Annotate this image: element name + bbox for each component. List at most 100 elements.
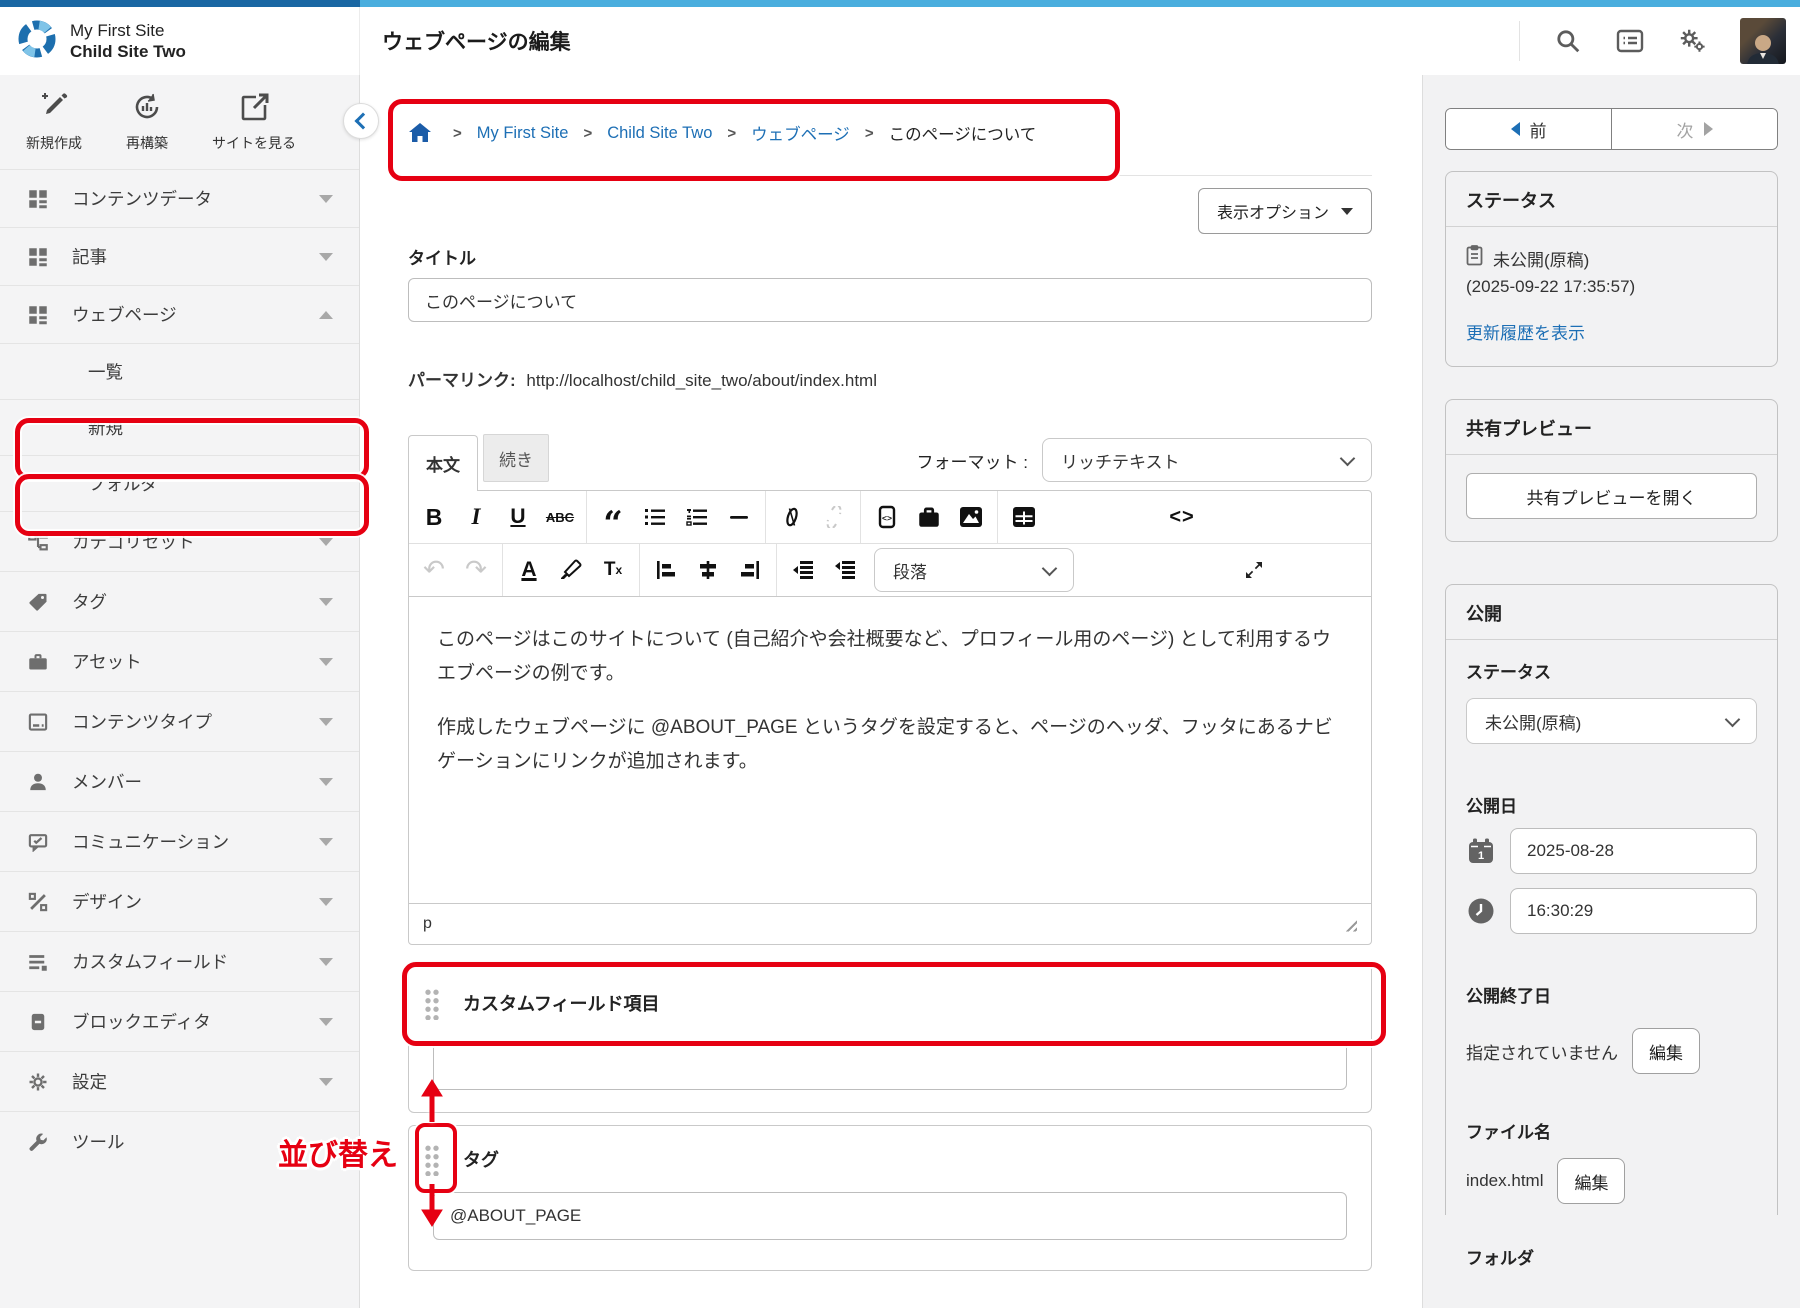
- grid-icon: [26, 189, 50, 209]
- tab-body[interactable]: 本文: [408, 435, 478, 491]
- settings-gears-icon[interactable]: [1678, 27, 1706, 55]
- blockquote-button[interactable]: “: [592, 489, 634, 545]
- app-window: My First Site Child Site Two ウェブページの編集: [0, 0, 1800, 1308]
- logo-block[interactable]: My First Site Child Site Two: [0, 7, 360, 75]
- editor-body[interactable]: このページはこのサイトについて (自己紹介や会社概要など、プロフィール用のページ…: [409, 597, 1371, 903]
- publish-time-input[interactable]: 16:30:29: [1510, 888, 1757, 934]
- home-icon[interactable]: [408, 122, 432, 144]
- bullet-list-button[interactable]: [634, 496, 676, 538]
- sidebar-item-webpages-folder[interactable]: フォルダ: [0, 455, 359, 511]
- unlink-icon[interactable]: [813, 496, 855, 538]
- title-label: タイトル: [408, 244, 1372, 268]
- permalink-url: http://localhost/child_site_two/about/in…: [526, 371, 877, 390]
- publish-date-input[interactable]: 2025-08-28: [1510, 828, 1757, 874]
- sidebar-item-custom-fields[interactable]: カスタムフィールド: [0, 931, 359, 991]
- horizontal-rule-button[interactable]: [718, 496, 760, 538]
- publish-status-select[interactable]: 未公開(原稿): [1466, 698, 1757, 744]
- sidebar-item-tags[interactable]: タグ: [0, 571, 359, 631]
- italic-button[interactable]: I: [455, 496, 497, 538]
- bold-button[interactable]: B: [413, 496, 455, 538]
- triangle-right-icon: [1704, 122, 1713, 136]
- chevron-down-icon: [319, 1018, 333, 1026]
- sidebar-item-articles[interactable]: 記事: [0, 227, 359, 285]
- custom-field-input[interactable]: [433, 1042, 1347, 1090]
- strikethrough-button[interactable]: ABC: [539, 496, 581, 538]
- open-shared-preview-button[interactable]: 共有プレビューを開く: [1466, 473, 1757, 519]
- tags-input[interactable]: [433, 1192, 1347, 1240]
- align-left-button[interactable]: [645, 549, 687, 591]
- underline-button[interactable]: U: [497, 496, 539, 538]
- align-right-button[interactable]: [729, 549, 771, 591]
- grid-icon: [26, 305, 50, 325]
- breadcrumb-link-site[interactable]: My First Site: [477, 124, 569, 143]
- history-link[interactable]: 更新履歴を表示: [1466, 319, 1757, 344]
- edit-filename-button[interactable]: 編集: [1557, 1158, 1625, 1204]
- chevron-down-icon: [319, 195, 333, 203]
- link-icon[interactable]: [771, 496, 813, 538]
- sidebar-item-communication[interactable]: コミュニケーション: [0, 811, 359, 871]
- view-site-button[interactable]: サイトを見る: [212, 92, 296, 153]
- sidebar-item-block-editor[interactable]: ブロックエディタ: [0, 991, 359, 1051]
- clear-format-button[interactable]: Tx: [592, 549, 634, 591]
- align-center-button[interactable]: [687, 549, 729, 591]
- filename-label: ファイル名: [1466, 1118, 1757, 1144]
- briefcase-icon: [26, 652, 50, 672]
- paragraph-select[interactable]: 段落: [874, 548, 1074, 592]
- insert-table-icon[interactable]: [1003, 496, 1045, 538]
- insert-file-icon[interactable]: <>: [866, 496, 908, 538]
- code-view-button[interactable]: <>: [1161, 496, 1203, 538]
- display-options-button[interactable]: 表示オプション: [1198, 188, 1372, 234]
- sidebar-item-content-types[interactable]: コンテンツタイプ: [0, 691, 359, 751]
- ordered-list-button[interactable]: [676, 496, 718, 538]
- rebuild-button[interactable]: 再構築: [126, 92, 168, 153]
- indent-button[interactable]: [782, 549, 824, 591]
- block-editor-icon: [26, 1012, 50, 1032]
- sidebar-item-tools[interactable]: ツール: [0, 1111, 359, 1171]
- sidebar-item-members[interactable]: メンバー: [0, 751, 359, 811]
- resize-grip-icon[interactable]: [1342, 917, 1357, 932]
- insert-image-icon[interactable]: [950, 496, 992, 538]
- breadcrumb-link-child-site[interactable]: Child Site Two: [607, 124, 712, 143]
- fullscreen-icon[interactable]: [1233, 549, 1275, 591]
- edit-unpublish-date-button[interactable]: 編集: [1632, 1028, 1700, 1074]
- header-divider: [1519, 21, 1520, 61]
- drag-handle-icon[interactable]: [423, 987, 439, 1020]
- create-new-button[interactable]: 新規作成: [26, 92, 82, 153]
- undo-button[interactable]: ↶: [413, 549, 455, 591]
- format-select[interactable]: リッチテキスト: [1042, 438, 1372, 482]
- sidebar-item-category-set[interactable]: カテゴリセット: [0, 511, 359, 571]
- status-panel-title: ステータス: [1446, 172, 1777, 227]
- font-color-button[interactable]: A: [508, 549, 550, 591]
- chevron-down-icon: [1725, 711, 1741, 727]
- format-label: フォーマット :: [917, 448, 1028, 473]
- divider: [408, 175, 1372, 176]
- sidebar-item-webpages[interactable]: ウェブページ: [0, 285, 359, 343]
- sidebar-item-content-data[interactable]: コンテンツデータ: [0, 169, 359, 227]
- sidebar-item-webpages-list[interactable]: 一覧: [0, 343, 359, 399]
- highlighter-icon[interactable]: [550, 549, 592, 591]
- title-input[interactable]: [408, 278, 1372, 322]
- sidebar-item-webpages-new[interactable]: 新規: [0, 399, 359, 455]
- sidebar-item-settings[interactable]: 設定: [0, 1051, 359, 1111]
- insert-asset-icon[interactable]: [908, 496, 950, 538]
- drag-handle-icon[interactable]: [423, 1143, 439, 1176]
- page-list-icon[interactable]: [1616, 27, 1644, 55]
- rebuild-icon: [132, 92, 162, 127]
- top-color-strip: [0, 0, 1800, 7]
- breadcrumb-link-webpages[interactable]: ウェブページ: [751, 121, 850, 145]
- tag-icon: [26, 592, 50, 612]
- search-icon[interactable]: [1554, 27, 1582, 55]
- next-button[interactable]: 次: [1611, 109, 1777, 149]
- grid-icon: [26, 247, 50, 267]
- unpublish-date-value: 指定されていません: [1466, 1039, 1618, 1064]
- user-avatar[interactable]: [1740, 18, 1786, 64]
- sidebar-item-assets[interactable]: アセット: [0, 631, 359, 691]
- sidebar-item-design[interactable]: デザイン: [0, 871, 359, 931]
- prev-button[interactable]: 前: [1446, 109, 1611, 149]
- page-title: ウェブページの編集: [382, 26, 571, 56]
- redo-button[interactable]: ↷: [455, 549, 497, 591]
- sidebar-collapse-button[interactable]: [343, 103, 379, 139]
- outdent-button[interactable]: [824, 549, 866, 591]
- chevron-down-icon: [319, 253, 333, 261]
- tab-extended[interactable]: 続き: [483, 434, 549, 482]
